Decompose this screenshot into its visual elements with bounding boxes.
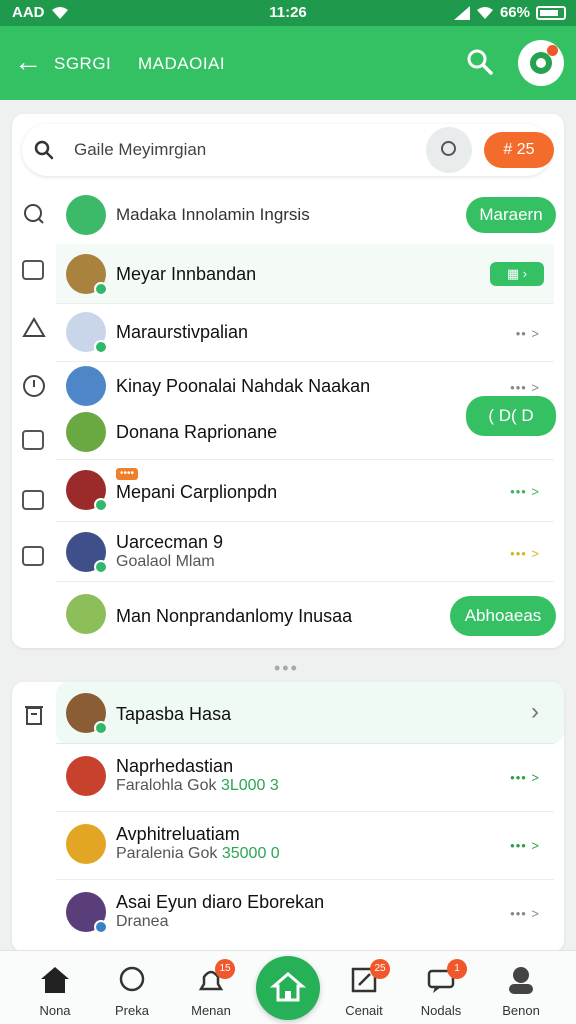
home-icon [41, 967, 69, 993]
search-bar[interactable]: Gaile Meyimrgian # 25 [22, 124, 554, 176]
list-item-title: Man Nonprandanlomy Inusaa [116, 606, 353, 626]
app-bar-tab-1[interactable]: SGRGI [54, 54, 111, 74]
list-item[interactable]: Asai Eyun diaro Eborekan Dranea ••• > [56, 880, 554, 948]
list-item-title: Naprhedastian [116, 756, 234, 776]
chevron-right-icon[interactable]: ••• > [510, 546, 540, 561]
avatar [66, 892, 108, 934]
avatar [66, 824, 106, 864]
wifi-icon-right [476, 6, 493, 19]
minus-box-icon[interactable] [22, 546, 44, 566]
home-icon [269, 972, 307, 1002]
timer-icon[interactable] [22, 260, 44, 280]
search-input[interactable]: Gaile Meyimrgian [74, 140, 206, 160]
profile-icon [509, 967, 533, 994]
list-header-title: Madaka Innolamin Ingrsis [116, 205, 310, 224]
list-header-title: Tapasba Hasa [116, 704, 232, 724]
avatar [66, 412, 106, 452]
pill-action-button[interactable]: ( D( D [466, 396, 556, 436]
status-bar: AAD 11:26 66% [0, 0, 576, 26]
battery-icon [536, 5, 566, 20]
list-item-title: Meyar Innbandan [116, 264, 257, 284]
chevron-right-icon[interactable]: ••• > [510, 484, 540, 499]
amount-value: 3L000 3 [220, 777, 279, 794]
avatar [66, 532, 108, 574]
chevron-right-icon[interactable]: ••• > [510, 770, 540, 785]
tag-badge: •••• [116, 468, 139, 480]
list-item-title: Uarcecman 9 [116, 532, 224, 552]
nav-item-home[interactable]: Nona [15, 951, 95, 1024]
recycle-icon[interactable] [22, 316, 46, 340]
chevron-right-icon[interactable]: ••• > [510, 838, 540, 853]
nav-item-preka[interactable]: Preka [92, 951, 172, 1024]
pagination-dots: ••• [274, 658, 299, 678]
back-arrow-icon[interactable]: ← [14, 48, 42, 76]
avatar [66, 693, 108, 735]
header-action-button[interactable]: Maraern [466, 197, 556, 233]
list-item[interactable]: Uarcecman 9 Goalaol Mlam ••• > [56, 522, 554, 582]
secondary-action-button[interactable]: Abhoaeas [450, 596, 556, 636]
app-bar-tab-2[interactable]: MADAOIAI [138, 54, 225, 74]
search-icon [34, 140, 54, 160]
nav-item-nodals[interactable]: 1 Nodals [401, 951, 481, 1024]
list-item-title: Kinay Poonalai Nahdak Naakan [116, 376, 371, 396]
nav-label: Menan [191, 1003, 231, 1018]
avatar [66, 594, 106, 634]
list-item[interactable]: Maraurstivpalian •• > [56, 304, 554, 362]
avatar [66, 254, 108, 296]
search-icon[interactable] [464, 46, 496, 78]
notification-badge: 15 [215, 959, 235, 979]
list-item-subtitle: Paralenia Gok 35000 0 [116, 845, 280, 862]
profile-logo-icon[interactable] [518, 40, 564, 86]
filter-button[interactable] [426, 127, 472, 173]
list-item-subtitle: Goalaol Mlam [116, 553, 215, 570]
list-item[interactable]: Avphitreluatiam Paralenia Gok 35000 0 ••… [56, 812, 554, 880]
filter-icon [441, 141, 456, 156]
search-side-icon[interactable] [22, 202, 46, 226]
nav-item-cenait[interactable]: 25 Cenait [324, 951, 404, 1024]
signal-icon [453, 5, 470, 20]
list-item[interactable]: Meyar Innbandan ▦ › [56, 244, 554, 304]
trash-icon[interactable] [22, 702, 46, 726]
edit-box-icon[interactable] [22, 430, 44, 450]
chat-icon [119, 966, 145, 992]
list-item[interactable]: •••• Mepani Carplionpdn ••• > [56, 460, 554, 522]
avatar [66, 470, 108, 512]
list-item-title: Maraurstivpalian [116, 322, 249, 342]
toggle-chip[interactable]: ▦ › [490, 262, 544, 286]
chevron-right-icon[interactable]: ••• > [510, 380, 540, 395]
avatar [66, 366, 106, 406]
nav-item-menan[interactable]: 15 Menan [171, 951, 251, 1024]
list-item-subtitle: Dranea [116, 913, 169, 930]
nav-label: Cenait [345, 1003, 383, 1018]
list-item-subtitle: Faralohla Gok 3L000 3 [116, 777, 279, 794]
nav-label: Preka [115, 1003, 149, 1018]
notification-badge: 1 [447, 959, 467, 979]
nav-label: Benon [502, 1003, 540, 1018]
list-item-title: Mepani Carplionpdn [116, 482, 278, 502]
avatar [66, 756, 106, 796]
avatar [66, 195, 106, 235]
home-fab-button[interactable] [256, 956, 320, 1020]
chevron-right-icon[interactable]: •• > [516, 326, 540, 341]
list-item-title: Asai Eyun diaro Eborekan [116, 892, 325, 912]
nav-label: Nona [39, 1003, 71, 1018]
amount-value: 35000 0 [221, 845, 280, 862]
list-item-title: Avphitreluatiam [116, 824, 240, 844]
chevron-right-icon[interactable]: › [531, 698, 540, 726]
calendar-icon[interactable] [22, 490, 44, 510]
app-bar: ← SGRGI MADAOIAI [0, 26, 576, 100]
nav-label: Nodals [420, 1003, 462, 1018]
avatar [66, 312, 108, 354]
list-item-title: Donana Raprionane [116, 422, 278, 442]
battery-percent: 66% [499, 4, 530, 21]
coins-pill-button[interactable]: # 25 [484, 132, 554, 168]
nav-item-benon[interactable]: Benon [481, 951, 561, 1024]
chevron-right-icon[interactable]: ••• > [510, 906, 540, 921]
alert-icon[interactable] [22, 374, 46, 398]
list-item[interactable]: Naprhedastian Faralohla Gok 3L000 3 ••• … [56, 744, 554, 812]
notification-badge: 25 [370, 959, 390, 979]
list-header[interactable]: Tapasba Hasa › [56, 682, 554, 744]
